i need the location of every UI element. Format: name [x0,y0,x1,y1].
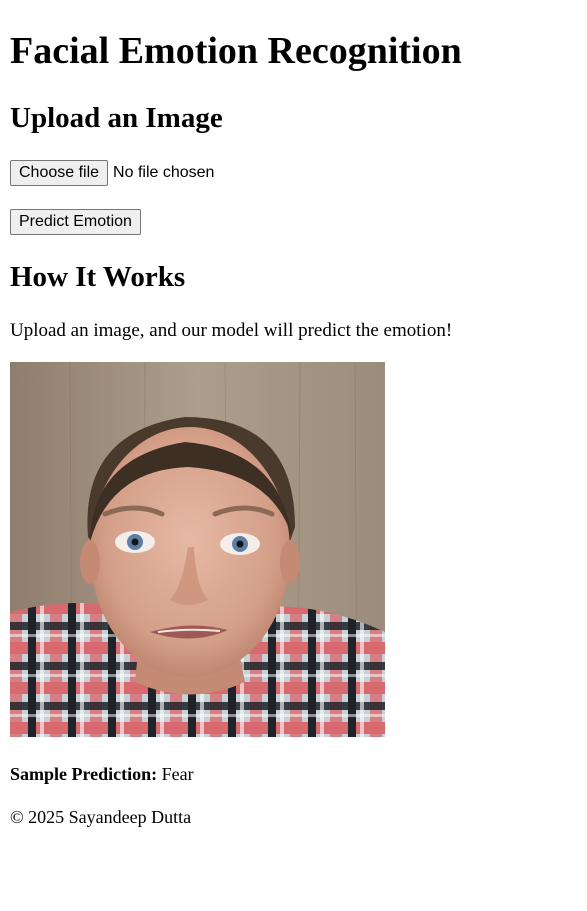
how-it-works-heading: How It Works [10,261,186,293]
sample-prediction: Sample Prediction: Fear [10,762,194,786]
file-input[interactable]: Choose file No file chosen [10,159,214,186]
page-title: Facial Emotion Recognition [10,30,462,72]
how-it-works-description: Upload an image, and our model will pred… [10,320,453,341]
sample-face-image [10,362,385,737]
upload-heading: Upload an Image [10,102,223,134]
footer-copyright: © 2025 Sayandeep Dutta [10,807,192,827]
file-status-text: No file chosen [113,163,215,181]
choose-file-button[interactable]: Choose file [10,159,109,186]
sample-prediction-value: Fear [161,764,194,784]
predict-row: Predict Emotion [10,209,141,235]
predict-emotion-button[interactable]: Predict Emotion [10,209,141,235]
sample-prediction-label: Sample Prediction: [10,764,158,784]
